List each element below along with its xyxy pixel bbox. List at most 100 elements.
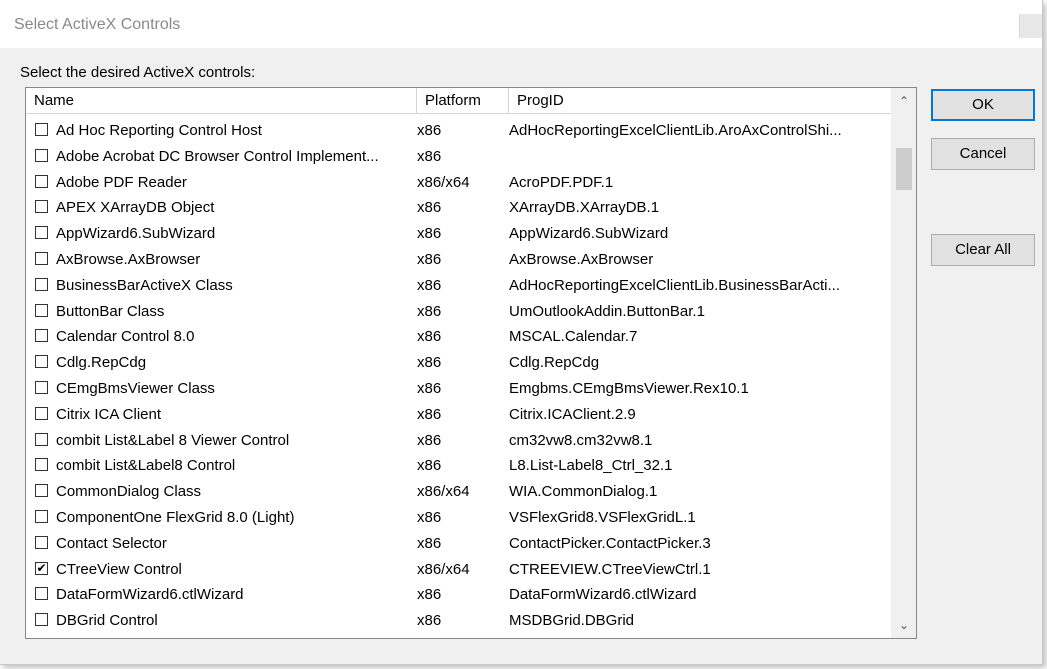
item-checkbox[interactable]: [35, 587, 48, 601]
item-checkbox[interactable]: [35, 277, 48, 291]
scroll-thumb[interactable]: [896, 148, 912, 190]
item-checkbox[interactable]: [35, 251, 48, 265]
cancel-button[interactable]: Cancel: [931, 138, 1035, 170]
item-name: Contact Selector: [56, 534, 167, 552]
item-name: Calendar Control 8.0: [56, 328, 195, 346]
item-progid: cm32vw8.cm32vw8.1: [509, 431, 653, 449]
item-progid: AdHocReportingExcelClientLib.AroAxContro…: [509, 122, 842, 139]
item-progid: [509, 144, 891, 170]
list-item[interactable]: CEmgBmsViewer Class x86 Emgbms.CEmgBmsView…: [26, 376, 891, 402]
item-progid: Citrix.ICAClient.2.9: [509, 405, 636, 423]
column-header-platform[interactable]: Platform: [417, 88, 509, 113]
item-platform: x86: [417, 379, 442, 397]
item-platform: x86: [417, 405, 442, 423]
checkmark-icon: ✔: [36, 560, 47, 575]
item-checkbox[interactable]: [35, 613, 48, 627]
item-name: APEX XArrayDB Object: [56, 199, 215, 217]
title-bar: Select ActiveX Controls: [0, 0, 1042, 48]
list-item[interactable]: DeviceManager Classx86/x64WIA.DeviceMana…: [26, 634, 891, 639]
item-checkbox[interactable]: [35, 380, 48, 394]
item-progid: ContactPicker.ContactPicker.3: [509, 534, 711, 552]
list-item[interactable]: Calendar Control 8.0 x86 MSCAL.Calendar.7: [26, 324, 891, 350]
activex-list[interactable]: Name Platform ProgID Ad Hoc Reporting Co…: [25, 87, 892, 639]
item-checkbox[interactable]: [35, 535, 48, 549]
list-item[interactable]: Citrix ICA Client x86 Citrix.ICAClient.2.9: [26, 402, 891, 428]
list-item[interactable]: ButtonBar Class x86 UmOutlookAddin.ButtonB…: [26, 299, 891, 325]
item-checkbox[interactable]: [35, 174, 48, 188]
clear-all-button[interactable]: Clear All: [931, 234, 1035, 266]
item-progid: UmOutlookAddin.ButtonBar.1: [509, 302, 705, 320]
list-item[interactable]: Adobe Acrobat DC Browser Control Impleme…: [26, 144, 891, 170]
window-title: Select ActiveX Controls: [14, 16, 181, 33]
item-progid: CTREEVIEW.CTreeViewCtrl.1: [509, 560, 711, 578]
item-platform: x86/x64: [417, 634, 507, 639]
item-checkbox[interactable]: ✔: [35, 560, 48, 575]
item-checkbox[interactable]: [35, 148, 48, 162]
item-checkbox[interactable]: [35, 226, 48, 240]
list-item[interactable]: ComponentOne FlexGrid 8.0 (Light) x86 VSFl…: [26, 505, 891, 531]
list-item[interactable]: Cdlg.RepCdg x86 Cdlg.RepCdg: [26, 350, 891, 376]
item-progid: AppWizard6.SubWizard: [509, 225, 669, 243]
item-name: Citrix ICA Client: [56, 405, 162, 423]
item-platform: x86: [417, 199, 442, 217]
item-platform: x86: [417, 457, 442, 475]
item-progid: VSFlexGrid8.VSFlexGridL.1: [509, 508, 696, 526]
item-platform: x86: [417, 508, 442, 526]
item-checkbox[interactable]: [35, 509, 48, 523]
column-header-name[interactable]: Name: [26, 88, 417, 113]
item-platform: x86: [417, 354, 442, 372]
vertical-scrollbar[interactable]: ⌃ ⌄: [891, 87, 917, 639]
list-item[interactable]: Contact Selector x86 ContactPicker.Contact…: [26, 531, 891, 557]
item-platform: x86: [417, 147, 442, 165]
item-checkbox[interactable]: [35, 303, 48, 317]
column-header-progid[interactable]: ProgID: [509, 88, 891, 113]
item-progid: WIA.CommonDialog.1: [509, 483, 658, 501]
item-name: DeviceManager Class: [56, 634, 438, 639]
list-header: Name Platform ProgID: [26, 88, 891, 114]
item-checkbox[interactable]: [35, 329, 48, 343]
item-checkbox[interactable]: [35, 406, 48, 420]
item-name: ButtonBar Class: [56, 302, 165, 320]
item-name: CEmgBmsViewer Class: [56, 379, 215, 397]
item-platform: x86: [417, 328, 442, 346]
item-name: BusinessBarActiveX Class: [56, 276, 233, 294]
item-checkbox[interactable]: [35, 458, 48, 472]
list-item[interactable]: BusinessBarActiveX Class x86 AdHocReportin…: [26, 273, 891, 299]
list-item[interactable]: AxBrowse.AxBrowser x86 AxBrowse.AxBrowser: [26, 247, 891, 273]
item-platform: x86: [417, 431, 442, 449]
list-item[interactable]: Ad Hoc Reporting Control Host x86 AdHocRep…: [26, 118, 891, 144]
list-item[interactable]: APEX XArrayDB Object x86 XArrayDB.XArrayDB…: [26, 195, 891, 221]
item-checkbox[interactable]: [35, 355, 48, 369]
item-name: CTreeView Control: [56, 560, 182, 578]
item-checkbox[interactable]: [35, 123, 48, 136]
item-platform: x86: [417, 612, 442, 630]
list-item[interactable]: CommonDialog Class x86/x64 WIA.CommonDialo…: [26, 479, 891, 505]
item-progid: MSCAL.Calendar.7: [509, 328, 638, 346]
select-activex-dialog: Select ActiveX Controls Select the desir…: [0, 0, 1043, 665]
list-item[interactable]: AppWizard6.SubWizard x86 AppWizard6.SubWiz…: [26, 221, 891, 247]
ok-button[interactable]: OK: [931, 89, 1035, 121]
item-platform: x86/x64: [417, 173, 470, 191]
item-name: CommonDialog Class: [56, 483, 202, 501]
item-name: DBGrid Control: [56, 612, 158, 630]
scroll-down-arrow-icon[interactable]: ⌄: [891, 618, 917, 632]
close-button[interactable]: [1019, 14, 1042, 38]
list-item[interactable]: combit List&Label8 Control x86 L8.List-Lab…: [26, 453, 891, 479]
list-item[interactable]: DataFormWizard6.ctlWizard x86 DataFormWiza…: [26, 582, 891, 608]
item-platform: x86/x64: [417, 483, 470, 501]
item-progid: AcroPDF.PDF.1: [509, 173, 614, 191]
item-progid: L8.List-Label8_Ctrl_32.1: [509, 457, 673, 475]
item-checkbox[interactable]: [35, 432, 48, 446]
item-name: combit List&Label 8 Viewer Control: [56, 431, 290, 449]
item-checkbox[interactable]: [35, 484, 48, 498]
item-progid: DataFormWizard6.ctlWizard: [509, 586, 697, 604]
list-item[interactable]: Adobe PDF Reader x86/x64 AcroPDF.PDF.1: [26, 170, 891, 196]
list-item[interactable]: combit List&Label 8 Viewer Control x86 cm3…: [26, 428, 891, 454]
scroll-up-arrow-icon[interactable]: ⌃: [891, 94, 917, 108]
item-name: DataFormWizard6.ctlWizard: [56, 586, 244, 604]
item-progid: XArrayDB.XArrayDB.1: [509, 199, 660, 217]
item-checkbox[interactable]: [35, 200, 48, 214]
list-item[interactable]: ✔ CTreeView Control x86/x64 CTREEVIEW.CTree…: [26, 557, 891, 583]
item-platform: x86: [417, 276, 442, 294]
list-item[interactable]: DBGrid Control x86 MSDBGrid.DBGrid: [26, 608, 891, 634]
